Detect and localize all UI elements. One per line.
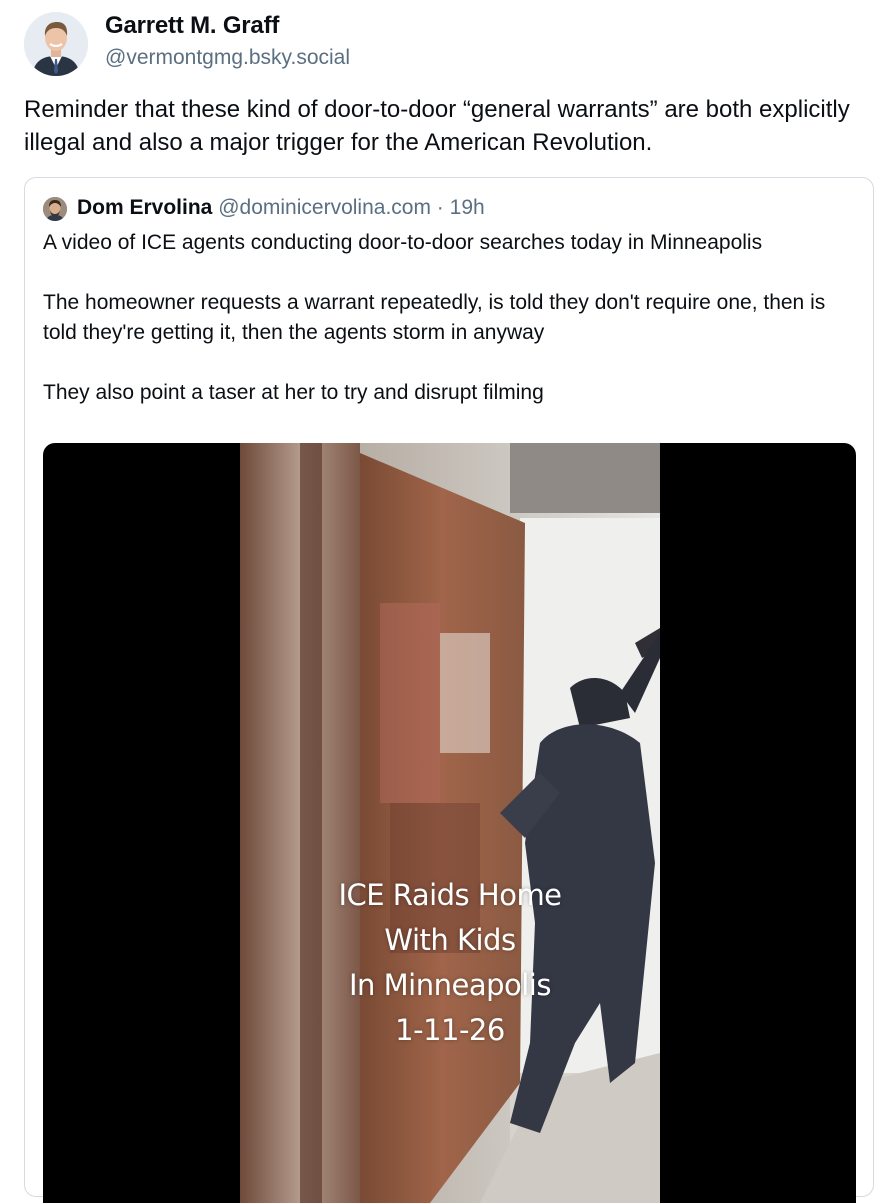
post: Garrett M. Graff @vermontgmg.bsky.social… <box>0 0 880 1203</box>
video-player[interactable]: ICE Raids Home With Kids In Minneapolis … <box>43 443 856 1203</box>
author-display-name[interactable]: Garrett M. Graff <box>105 12 279 40</box>
quote-text: A video of ICE agents conducting door-to… <box>43 228 843 408</box>
quoted-post-card[interactable]: Dom Ervolina @dominicervolina.com · 19h … <box>24 177 874 1203</box>
quote-header: Dom Ervolina @dominicervolina.com · 19h <box>77 196 485 220</box>
video-caption-line: With Kids <box>384 923 516 957</box>
video-caption: ICE Raids Home With Kids In Minneapolis … <box>240 873 660 1053</box>
quote-paragraph: They also point a taser at her to try an… <box>43 381 544 404</box>
quote-paragraph: A video of ICE agents conducting door-to… <box>43 231 763 254</box>
quote-paragraph: The homeowner requests a warrant repeate… <box>43 291 826 344</box>
video-frame: ICE Raids Home With Kids In Minneapolis … <box>240 443 660 1203</box>
video-caption-line: ICE Raids Home <box>338 878 562 912</box>
video-caption-line: In Minneapolis <box>349 968 551 1002</box>
author-avatar[interactable] <box>24 12 88 76</box>
video-caption-line: 1-11-26 <box>395 1013 505 1047</box>
quote-author-name[interactable]: Dom Ervolina <box>77 196 212 219</box>
post-text: Reminder that these kind of door-to-door… <box>24 96 850 156</box>
author-handle[interactable]: @vermontgmg.bsky.social <box>105 46 350 70</box>
quote-timestamp[interactable]: 19h <box>450 196 485 219</box>
quote-separator: · <box>436 196 444 219</box>
quote-author-avatar[interactable] <box>43 197 67 221</box>
quote-author-handle[interactable]: @dominicervolina.com <box>218 196 431 219</box>
